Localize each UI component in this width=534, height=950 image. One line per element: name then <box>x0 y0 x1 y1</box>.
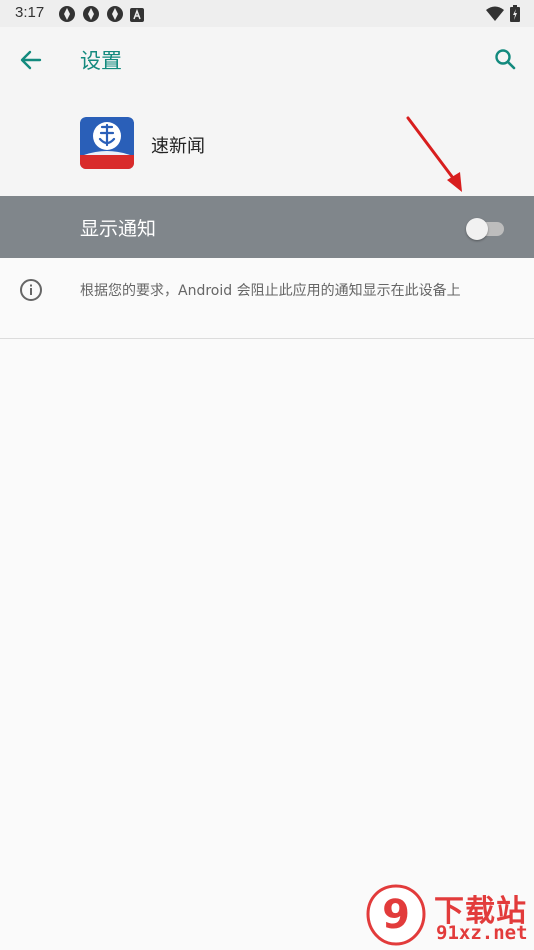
a-icon <box>130 7 144 26</box>
sync-icon <box>106 5 124 27</box>
sync-icon <box>58 5 76 27</box>
app-logo-icon <box>80 117 134 169</box>
watermark-url: 91xz.net <box>436 922 528 944</box>
wifi-icon <box>486 6 504 26</box>
show-notifications-row[interactable]: 显示通知 <box>0 196 534 258</box>
search-icon <box>495 49 516 70</box>
watermark-badge-text: 9 <box>382 892 410 938</box>
sync-icon <box>82 5 100 27</box>
info-row: 根据您的要求，Android 会阻止此应用的通知显示在此设备上 <box>0 258 534 339</box>
page-title: 设置 <box>80 49 122 73</box>
battery-icon <box>510 5 520 26</box>
notification-icons <box>58 5 144 27</box>
annotation-arrow-icon <box>406 116 462 192</box>
status-time: 3:17 <box>15 4 45 21</box>
show-notifications-switch[interactable] <box>466 217 506 240</box>
arrow-left-icon <box>20 50 42 70</box>
watermark: 9 下载站 91xz.net <box>366 884 532 948</box>
status-bar: 3:17 <box>0 0 534 27</box>
switch-thumb <box>466 218 488 240</box>
app-bar: 设置 <box>0 27 534 91</box>
watermark-logo-icon: 9 <box>366 884 426 946</box>
app-name: 速新闻 <box>151 136 205 157</box>
show-notifications-label: 显示通知 <box>80 218 157 240</box>
search-button[interactable] <box>490 44 520 74</box>
system-icons <box>486 5 520 26</box>
info-icon <box>20 279 42 301</box>
info-text: 根据您的要求，Android 会阻止此应用的通知显示在此设备上 <box>80 283 461 299</box>
back-button[interactable] <box>16 45 46 75</box>
